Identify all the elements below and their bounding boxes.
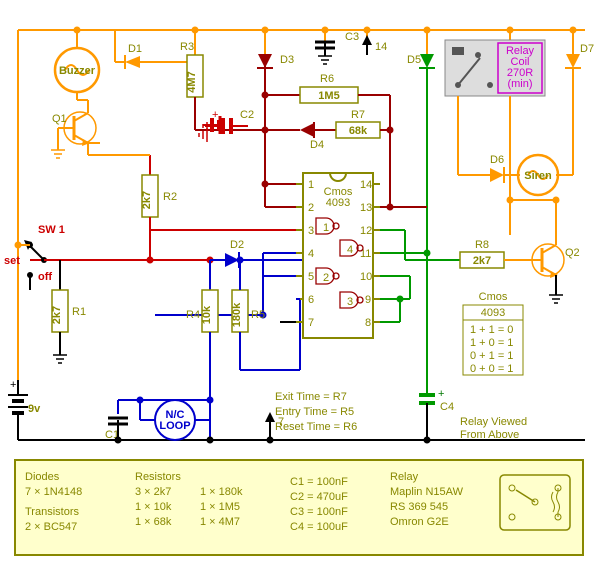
svg-text:1: 1 <box>323 222 329 234</box>
pin14-label: 14 <box>375 41 387 53</box>
svg-text:1 × 1M5: 1 × 1M5 <box>200 501 240 513</box>
svg-text:2: 2 <box>323 272 329 284</box>
svg-text:Omron G2E: Omron G2E <box>390 516 449 528</box>
r4-label: R4 <box>186 309 200 321</box>
r6-label: R6 <box>320 73 334 85</box>
relay-l4: (min) <box>507 78 532 90</box>
d6-label: D6 <box>490 154 504 166</box>
svg-text:0 + 1 = 1: 0 + 1 = 1 <box>470 350 513 362</box>
svg-text:3 × 2k7: 3 × 2k7 <box>135 486 171 498</box>
c4-label: C4 <box>440 401 454 413</box>
svg-text:1 × 180k: 1 × 180k <box>200 486 243 498</box>
svg-text:1 × 10k: 1 × 10k <box>135 501 172 513</box>
svg-text:C2 = 470uF: C2 = 470uF <box>290 491 348 503</box>
svg-text:4093: 4093 <box>481 307 505 319</box>
r7-value: 68k <box>349 125 368 137</box>
r2-value: 2k7 <box>141 191 153 209</box>
d3-label: D3 <box>280 54 294 66</box>
bom-diodes-h: Diodes <box>25 471 60 483</box>
r1-label: R1 <box>72 306 86 318</box>
svg-text:1 × 68k: 1 × 68k <box>135 516 172 528</box>
siren-label: Siren <box>524 170 552 182</box>
svg-text:14: 14 <box>360 179 372 191</box>
r3-label: R3 <box>180 41 194 53</box>
r5-label: R5 <box>251 309 265 321</box>
svg-text:3: 3 <box>347 296 353 308</box>
note-reset: Reset Time = R6 <box>275 421 357 433</box>
buzzer-label: Buzzer <box>59 65 96 77</box>
svg-text:4: 4 <box>347 244 353 256</box>
svg-text:C3 = 100nF: C3 = 100nF <box>290 506 348 518</box>
svg-text:7: 7 <box>308 317 314 329</box>
svg-text:8: 8 <box>365 317 371 329</box>
svg-text:0 + 0 = 1: 0 + 0 = 1 <box>470 363 513 375</box>
svg-text:C4 = 100uF: C4 = 100uF <box>290 521 348 533</box>
svg-text:3: 3 <box>308 225 314 237</box>
svg-text:5: 5 <box>308 271 314 283</box>
svg-text:2 × BC547: 2 × BC547 <box>25 521 77 533</box>
d7-label: D7 <box>580 43 594 55</box>
svg-text:13: 13 <box>360 202 372 214</box>
q2-label: Q2 <box>565 247 580 259</box>
bom-res-h: Resistors <box>135 471 181 483</box>
svg-text:12: 12 <box>360 225 372 237</box>
svg-text:1 + 1 = 0: 1 + 1 = 0 <box>470 324 513 336</box>
svg-text:LOOP: LOOP <box>159 420 190 432</box>
d2-label: D2 <box>230 239 244 251</box>
r2-label: R2 <box>163 191 177 203</box>
r3-value: 4M7 <box>186 71 198 92</box>
svg-text:4: 4 <box>308 248 314 260</box>
note-relayview2: From Above <box>460 429 519 441</box>
svg-text:6: 6 <box>308 294 314 306</box>
sw1-label: SW 1 <box>38 224 65 236</box>
note-entry: Entry Time = R5 <box>275 406 354 418</box>
bom-relay-h: Relay <box>390 471 419 483</box>
note-exit: Exit Time = R7 <box>275 391 347 403</box>
svg-text:1 + 0 = 1: 1 + 0 = 1 <box>470 337 513 349</box>
sw-set-label: set <box>4 255 20 267</box>
r1-value: 2k7 <box>51 306 63 324</box>
c2-label: C2 <box>240 109 254 121</box>
svg-text:Maplin N15AW: Maplin N15AW <box>390 486 464 498</box>
svg-text:RS 369 545: RS 369 545 <box>390 501 448 513</box>
svg-text:Cmos: Cmos <box>479 291 508 303</box>
svg-text:10: 10 <box>360 271 372 283</box>
c3-label: C3 <box>345 31 359 43</box>
d4-label: D4 <box>310 139 324 151</box>
svg-text:+: + <box>212 109 218 121</box>
d5-label: D5 <box>407 54 421 66</box>
r5-value: 180k <box>231 302 243 327</box>
ic-part: 4093 <box>326 197 350 209</box>
svg-text:C1 = 100nF: C1 = 100nF <box>290 476 348 488</box>
battery-label: 9v <box>28 403 41 415</box>
svg-text:+: + <box>10 379 16 391</box>
r6-value: 1M5 <box>318 90 339 102</box>
svg-text:+: + <box>438 388 444 400</box>
r8-label: R8 <box>475 239 489 251</box>
note-relayview1: Relay Viewed <box>460 416 527 428</box>
svg-text:Q1: Q1 <box>52 113 67 125</box>
r7-label: R7 <box>351 109 365 121</box>
bom-trans-h: Transistors <box>25 506 79 518</box>
svg-text:1: 1 <box>308 179 314 191</box>
svg-text:1 × 4M7: 1 × 4M7 <box>200 516 240 528</box>
sw-off-label: off <box>38 271 52 283</box>
svg-text:9: 9 <box>365 294 371 306</box>
d1-label: D1 <box>128 43 142 55</box>
r4-value: 10k <box>201 305 213 324</box>
svg-text:7 × 1N4148: 7 × 1N4148 <box>25 486 82 498</box>
r8-value: 2k7 <box>473 255 491 267</box>
svg-text:2: 2 <box>308 202 314 214</box>
